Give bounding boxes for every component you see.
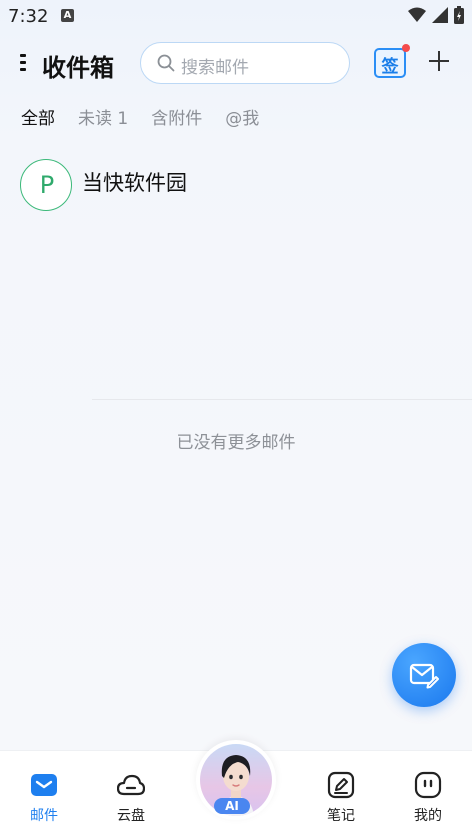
profile-icon (414, 771, 442, 799)
note-icon (327, 771, 355, 799)
list-item[interactable]: P 当快软件园 (0, 158, 472, 214)
add-icon[interactable] (428, 50, 450, 72)
nav-label-profile: 我的 (414, 808, 442, 824)
ai-label: AI (214, 798, 250, 814)
compose-button[interactable] (392, 643, 456, 707)
divider (92, 399, 472, 400)
avatar: P (20, 159, 72, 211)
menu-icon[interactable] (20, 54, 34, 72)
sign-label: 签 (381, 57, 399, 77)
tab-mentions[interactable]: @我 (225, 104, 259, 129)
status-icons (408, 6, 464, 24)
status-bar: 7:32 A (0, 0, 472, 32)
notification-dot (402, 44, 410, 52)
header: 收件箱 搜索邮件 签 (0, 40, 472, 86)
sign-in-button[interactable]: 签 (374, 44, 410, 78)
filter-tabs: 全部 未读 1 含附件 @我 (21, 104, 259, 129)
ai-assistant-button[interactable]: AI (196, 740, 276, 820)
search-icon (157, 54, 175, 72)
avatar-letter: P (39, 171, 55, 199)
page-title: 收件箱 (42, 54, 114, 82)
cloud-icon (117, 774, 145, 796)
tab-attachments[interactable]: 含附件 (151, 104, 202, 129)
wifi-icon (408, 7, 426, 22)
signal-icon (432, 7, 448, 23)
nav-item-cloud[interactable]: 云盘 (91, 751, 171, 840)
nav-label-notes: 笔记 (327, 808, 355, 824)
compose-mail-icon (409, 663, 439, 689)
list-end-text: 已没有更多邮件 (176, 433, 296, 453)
nav-label-mail: 邮件 (30, 808, 58, 824)
status-time: 7:32 (8, 6, 49, 27)
tab-all[interactable]: 全部 (21, 104, 55, 129)
mail-icon (31, 774, 57, 796)
nav-item-mail[interactable]: 邮件 (4, 751, 84, 840)
notification-icon: A (61, 9, 74, 22)
battery-icon (454, 6, 464, 24)
search-input[interactable]: 搜索邮件 (140, 42, 350, 84)
nav-item-notes[interactable]: 笔记 (301, 751, 381, 840)
tab-unread[interactable]: 未读 1 (78, 104, 128, 129)
nav-item-profile[interactable]: 我的 (388, 751, 468, 840)
nav-label-cloud: 云盘 (117, 808, 145, 824)
search-placeholder: 搜索邮件 (181, 58, 249, 78)
sender-name: 当快软件园 (82, 171, 187, 195)
